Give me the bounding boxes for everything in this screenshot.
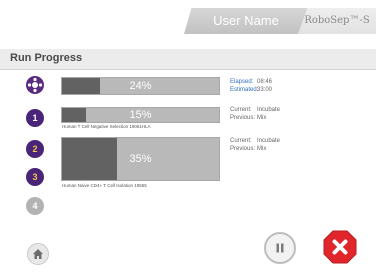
overall-progress-label: 24%: [129, 80, 152, 92]
protocol-2-previous-value: Mix: [257, 146, 267, 152]
protocol-2-name: Human Naive CD4+ T Cell Isolation 19555: [62, 183, 147, 188]
protocol-1-previous-row: Previous: Mix: [230, 114, 266, 122]
estimated-value: 33:00: [257, 87, 273, 93]
user-name-label: User Name: [213, 13, 279, 28]
estimated-label: Estimated:: [230, 87, 259, 93]
protocol-1-current-label: Current:: [230, 107, 252, 113]
quadrant-3-step[interactable]: 3: [26, 168, 44, 186]
protocol-2-previous-row: Previous: Mix: [230, 145, 266, 153]
pause-button[interactable]: [264, 232, 296, 264]
protocol-1-name: Human T Cell Negative Selection 19061HLA: [62, 124, 151, 129]
protocol-2-current-row: Current: Incubate: [230, 137, 280, 145]
protocol-2-progress-bar: 35%: [61, 137, 220, 181]
page-title: Run Progress: [10, 52, 83, 64]
protocol-2-current-value: Incubate: [257, 138, 281, 144]
quadrant-1-step[interactable]: 1: [26, 109, 44, 127]
protocol-1-previous-label: Previous:: [230, 115, 256, 121]
protocol-1-current-row: Current: Incubate: [230, 106, 280, 114]
stop-button[interactable]: [323, 230, 357, 264]
brand-tab: RoboSep™-S: [298, 8, 376, 34]
overall-progress-bar: 24%: [61, 77, 220, 95]
header-bar: User Name RoboSep™-S: [0, 0, 376, 37]
protocol-1-progress-label: 15%: [129, 109, 152, 121]
home-icon: [33, 249, 43, 259]
protocol-2-current-label: Current:: [230, 138, 252, 144]
elapsed-row: Elapsed: 08:46: [230, 78, 272, 86]
protocol-2-progress-label: 35%: [129, 153, 152, 165]
brand-label: RoboSep™-S: [304, 15, 370, 26]
protocol-1-previous-value: Mix: [257, 115, 267, 121]
protocol-1-current-value: Incubate: [257, 107, 281, 113]
elapsed-label: Elapsed:: [230, 79, 254, 85]
elapsed-value: 08:46: [257, 79, 273, 85]
home-button[interactable]: [27, 243, 49, 265]
estimated-row: Estimated: 33:00: [230, 86, 272, 94]
pause-icon: [276, 243, 284, 253]
protocol-1-progress-bar: 15%: [61, 107, 220, 123]
user-name-tab[interactable]: User Name: [184, 8, 308, 34]
title-bar: Run Progress: [0, 49, 376, 70]
quadrant-4-step[interactable]: 4: [26, 197, 44, 215]
quadrant-2-step[interactable]: 2: [26, 140, 44, 158]
protocol-2-previous-label: Previous:: [230, 146, 256, 152]
all-quadrants-step[interactable]: [26, 76, 44, 94]
all-quadrants-icon: [27, 77, 43, 93]
close-icon: [323, 230, 357, 264]
